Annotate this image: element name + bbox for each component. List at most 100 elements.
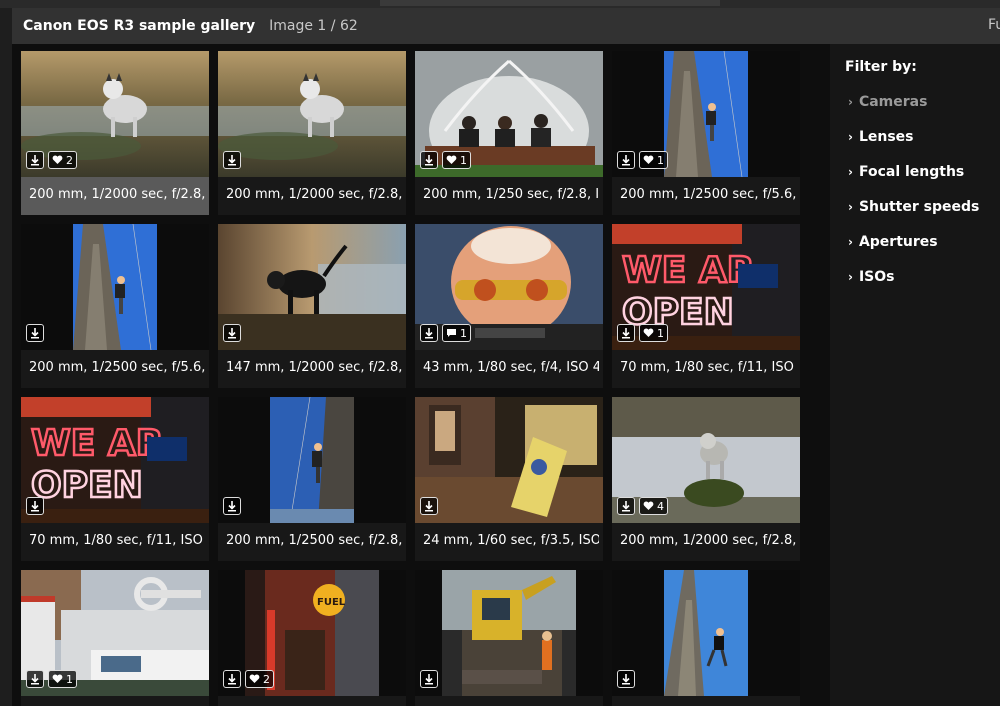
thumbnail-image[interactable] xyxy=(218,397,406,523)
thumbnail-grid: 2 200 mm, 1/2000 sec, f/2.8, 200 mm, 1/200… xyxy=(12,44,830,706)
filter-label: ISOs xyxy=(858,269,895,285)
top-strip-highlight xyxy=(380,0,720,6)
gallery-tile[interactable]: 1 43 mm, 1/80 sec, f/4, ISO 4 xyxy=(415,224,603,388)
download-icon[interactable] xyxy=(617,151,635,169)
download-icon[interactable] xyxy=(420,151,438,169)
photo xyxy=(664,570,748,696)
gallery-tile[interactable] xyxy=(415,570,603,706)
thumbnail-actions: 1 xyxy=(420,324,471,342)
thumbnail-actions: 1 xyxy=(420,151,471,169)
thumbnail-image[interactable]: 4 xyxy=(612,397,800,523)
gallery-tile[interactable]: WE AR OPEN 1 70 mm, 1/80 sec, f/11, ISO xyxy=(612,224,800,388)
gallery-tile[interactable]: 1 200 mm, 1/2500 sec, f/5.6, xyxy=(612,51,800,215)
thumbnail-image[interactable] xyxy=(415,570,603,696)
filter-cameras[interactable]: › Cameras xyxy=(848,94,927,110)
thumbnail-image[interactable]: FUEL 2 xyxy=(218,570,406,696)
tile-caption: 200 mm, 1/2500 sec, f/2.8, xyxy=(226,533,402,548)
svg-text:OPEN: OPEN xyxy=(31,465,143,506)
thumbnail-actions: 1 xyxy=(617,324,668,342)
gallery-title: Canon EOS R3 sample gallery xyxy=(23,18,256,34)
heart-icon xyxy=(643,155,654,165)
fullscreen-button[interactable]: Full screen xyxy=(988,17,1000,33)
thumbnail-image[interactable]: 2 xyxy=(21,51,209,177)
tile-caption: 43 mm, 1/80 sec, f/4, ISO 4 xyxy=(423,360,599,375)
download-icon[interactable] xyxy=(26,151,44,169)
like-button[interactable]: 1 xyxy=(639,151,668,169)
gallery-tile[interactable]: 200 mm, 1/2000 sec, f/2.8, xyxy=(218,51,406,215)
thumbnail-actions: 4 xyxy=(617,497,668,515)
like-button[interactable]: 1 xyxy=(442,324,471,342)
thumbnail-image[interactable]: 1 xyxy=(415,224,603,350)
filter-title: Filter by: xyxy=(845,59,917,75)
download-icon[interactable] xyxy=(223,497,241,515)
download-icon[interactable] xyxy=(223,151,241,169)
filter-lenses[interactable]: › Lenses xyxy=(848,129,914,145)
download-icon[interactable] xyxy=(420,497,438,515)
svg-text:FUEL: FUEL xyxy=(317,597,346,608)
like-button[interactable]: 4 xyxy=(639,497,668,515)
chevron-right-icon: › xyxy=(848,200,853,214)
gallery-tile[interactable]: 200 mm, 1/2500 sec, f/5.6, xyxy=(21,224,209,388)
like-button[interactable]: 1 xyxy=(639,324,668,342)
download-icon[interactable] xyxy=(617,324,635,342)
photo xyxy=(270,397,354,523)
download-icon[interactable] xyxy=(26,670,44,688)
thumbnail-actions xyxy=(420,670,438,688)
tile-caption: 200 mm, 1/2000 sec, f/2.8, xyxy=(29,187,205,202)
thumbnail-image[interactable] xyxy=(218,51,406,177)
download-icon[interactable] xyxy=(420,324,438,342)
thumbnail-actions xyxy=(617,670,635,688)
download-icon[interactable] xyxy=(617,670,635,688)
chevron-right-icon: › xyxy=(848,130,853,144)
thumbnail-image[interactable]: 1 xyxy=(21,570,209,696)
thumbnail-actions: 2 xyxy=(26,151,77,169)
gallery-tile[interactable]: FUEL 2 xyxy=(218,570,406,706)
thumbnail-actions: 1 xyxy=(617,151,668,169)
thumbnail-image[interactable] xyxy=(415,397,603,523)
gallery-tile[interactable]: 1 200 mm, 1/250 sec, f/2.8, I xyxy=(415,51,603,215)
gallery-tile[interactable]: 4 200 mm, 1/2000 sec, f/2.8, xyxy=(612,397,800,561)
download-icon[interactable] xyxy=(420,670,438,688)
gallery-tile[interactable] xyxy=(612,570,800,706)
gallery-tile[interactable]: 200 mm, 1/2500 sec, f/2.8, xyxy=(218,397,406,561)
heart-icon xyxy=(643,501,654,511)
filter-apertures[interactable]: › Apertures xyxy=(848,234,938,250)
gallery-tile[interactable]: 24 mm, 1/60 sec, f/3.5, ISO xyxy=(415,397,603,561)
comment-icon xyxy=(446,328,457,338)
like-button[interactable]: 2 xyxy=(48,151,77,169)
like-button[interactable]: 1 xyxy=(442,151,471,169)
download-icon[interactable] xyxy=(26,324,44,342)
like-count: 1 xyxy=(460,326,467,340)
heart-icon xyxy=(249,674,260,684)
like-count: 1 xyxy=(657,326,664,340)
gallery-tile[interactable]: 147 mm, 1/2000 sec, f/2.8, xyxy=(218,224,406,388)
thumbnail-image[interactable]: 1 xyxy=(612,51,800,177)
thumbnail-image[interactable]: WE AR OPEN 1 xyxy=(612,224,800,350)
filter-isos[interactable]: › ISOs xyxy=(848,269,894,285)
download-icon[interactable] xyxy=(617,497,635,515)
like-count: 1 xyxy=(657,153,664,167)
thumbnail-actions xyxy=(223,324,241,342)
thumbnail-image[interactable]: WE AR OPEN xyxy=(21,397,209,523)
gallery-tile[interactable]: WE AR OPEN 70 mm, 1/80 sec, f/11, ISO xyxy=(21,397,209,561)
thumbnail-image[interactable] xyxy=(612,570,800,696)
download-icon[interactable] xyxy=(223,324,241,342)
thumbnail-actions xyxy=(26,497,44,515)
filter-shutter-speeds[interactable]: › Shutter speeds xyxy=(848,199,979,215)
thumbnail-image[interactable] xyxy=(218,224,406,350)
download-icon[interactable] xyxy=(26,497,44,515)
like-button[interactable]: 2 xyxy=(245,670,274,688)
download-icon[interactable] xyxy=(223,670,241,688)
gallery-tile[interactable]: 1 xyxy=(21,570,209,706)
thumbnail-image[interactable] xyxy=(21,224,209,350)
tile-caption: 200 mm, 1/2000 sec, f/2.8, xyxy=(620,533,796,548)
tile-caption: 200 mm, 1/2000 sec, f/2.8, xyxy=(226,187,402,202)
like-button[interactable]: 1 xyxy=(48,670,77,688)
thumbnail-actions: 1 xyxy=(26,670,77,688)
gallery-tile[interactable]: 2 200 mm, 1/2000 sec, f/2.8, xyxy=(21,51,209,215)
filter-focal-lengths[interactable]: › Focal lengths xyxy=(848,164,964,180)
tile-caption: 200 mm, 1/2500 sec, f/5.6, xyxy=(29,360,205,375)
filter-label: Focal lengths xyxy=(858,164,965,180)
like-count: 2 xyxy=(263,672,270,686)
thumbnail-image[interactable]: 1 xyxy=(415,51,603,177)
